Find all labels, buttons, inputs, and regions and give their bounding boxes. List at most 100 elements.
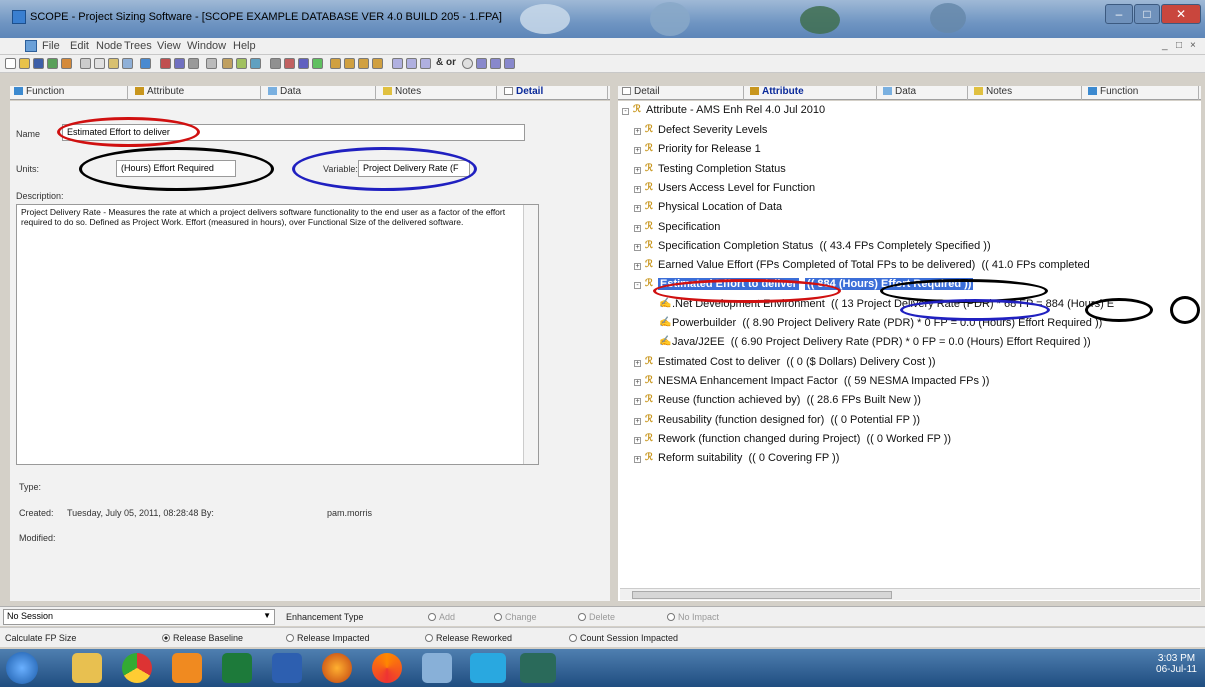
tool-icon[interactable] (236, 58, 247, 69)
paste-icon[interactable] (108, 58, 119, 69)
mdi-close-icon[interactable]: × (1190, 40, 1196, 51)
tree-item[interactable]: Rework (function changed during Project)… (658, 433, 951, 445)
chevron-down-icon[interactable]: ▼ (263, 611, 271, 620)
tab-detail[interactable]: Detail (500, 86, 608, 100)
start-button-icon[interactable] (6, 652, 38, 684)
enh-option-no-impact[interactable]: No Impact (667, 612, 719, 622)
mdi-restore-icon[interactable]: □ (1176, 40, 1182, 51)
tab-function[interactable]: Function (10, 86, 128, 100)
toolbar-and-or[interactable]: & or (436, 57, 456, 68)
edit-icon[interactable] (160, 58, 171, 69)
skype-icon[interactable] (470, 653, 506, 683)
description-scrollbar[interactable] (523, 205, 538, 464)
tray-icons[interactable] (1045, 657, 1115, 681)
word-icon[interactable] (272, 653, 302, 683)
tree-expander-icon[interactable]: + (634, 243, 641, 251)
firefox-icon[interactable] (322, 653, 352, 683)
mdi-minimize-icon[interactable]: _ (1162, 40, 1168, 51)
tree-expander-icon[interactable]: - (634, 282, 641, 290)
scrollbar-thumb[interactable] (632, 591, 892, 599)
tree-item[interactable]: Reusability (function designed for) (( 0… (658, 414, 920, 426)
tool-icon[interactable] (222, 58, 233, 69)
tree-expander-icon[interactable]: + (634, 436, 641, 444)
enh-option-change[interactable]: Change (494, 612, 537, 622)
menu-node[interactable]: Node (96, 40, 122, 52)
tree-expander-icon[interactable]: + (634, 224, 641, 232)
tree-item[interactable]: Defect Severity Levels (658, 124, 767, 136)
home-icon[interactable] (61, 58, 72, 69)
tree-expander-icon[interactable]: + (634, 417, 641, 425)
tree-root-expander-icon[interactable]: - (622, 108, 629, 115)
menu-trees[interactable]: Trees (124, 40, 152, 52)
tool-icon[interactable] (490, 58, 501, 69)
tool-icon[interactable] (344, 58, 355, 69)
tree-item[interactable]: Earned Value Effort (FPs Completed of To… (658, 259, 1090, 271)
tool-icon[interactable] (406, 58, 417, 69)
units-field[interactable]: (Hours) Effort Required (116, 160, 236, 177)
tab-notes[interactable]: Notes (379, 86, 497, 100)
app-icon[interactable] (422, 653, 452, 683)
tree-item[interactable]: Testing Completion Status (658, 163, 786, 175)
tree-expander-icon[interactable]: + (634, 263, 641, 271)
tree-root-label[interactable]: Attribute - AMS Enh Rel 4.0 Jul 2010 (646, 104, 825, 116)
tree-item[interactable]: Specification Completion Status (( 43.4 … (658, 240, 991, 252)
tab-attribute[interactable]: Attribute (746, 86, 877, 100)
open-icon[interactable] (19, 58, 30, 69)
tool-icon[interactable] (504, 58, 515, 69)
maximize-button[interactable]: □ (1134, 4, 1160, 24)
chrome-icon[interactable] (122, 653, 152, 683)
tree-item[interactable]: Physical Location of Data (658, 201, 782, 213)
tool-icon[interactable] (250, 58, 261, 69)
enh-option-add[interactable]: Add (428, 612, 455, 622)
description-field[interactable]: Project Delivery Rate - Measures the rat… (16, 204, 539, 465)
menu-edit[interactable]: Edit (70, 40, 89, 52)
tool-icon[interactable] (476, 58, 487, 69)
menu-view[interactable]: View (157, 40, 181, 52)
tree-horizontal-scrollbar[interactable] (620, 588, 1200, 600)
calc-option-count-session-impacted[interactable]: Count Session Impacted (569, 633, 678, 643)
tool-icon[interactable] (270, 58, 281, 69)
tree-expander-icon[interactable]: + (634, 378, 641, 386)
tree-expander-icon[interactable]: + (634, 128, 641, 135)
close-button[interactable]: ✕ (1161, 4, 1201, 24)
clock[interactable]: 3:03 PM 06-Jul-11 (1156, 653, 1197, 675)
tree-expander-icon[interactable]: + (634, 456, 641, 464)
tree-item[interactable]: .Net Development Environment (( 13 Proje… (672, 298, 1114, 310)
new-icon[interactable] (5, 58, 16, 69)
tree-item[interactable]: NESMA Enhancement Impact Factor (( 59 NE… (658, 375, 989, 387)
tree-item[interactable]: Specification (658, 221, 720, 233)
tree-expander-icon[interactable]: + (634, 398, 641, 406)
session-select[interactable]: No Session ▼ (3, 609, 275, 625)
name-field[interactable]: Estimated Effort to deliver (62, 124, 525, 141)
menu-file[interactable]: File (42, 40, 60, 52)
app-icon[interactable] (172, 653, 202, 683)
tab-attribute[interactable]: Attribute (131, 86, 261, 100)
menu-help[interactable]: Help (233, 40, 256, 52)
filter-icon[interactable] (174, 58, 185, 69)
tool-icon[interactable] (330, 58, 341, 69)
tree-expander-icon[interactable]: + (634, 359, 641, 367)
tree-item[interactable]: Priority for Release 1 (658, 143, 761, 155)
tab-data[interactable]: Data (879, 86, 968, 100)
calc-option-release-baseline[interactable]: Release Baseline (162, 633, 243, 643)
tree-item[interactable]: Users Access Level for Function (658, 182, 815, 194)
minimize-button[interactable]: – (1105, 4, 1133, 24)
app-icon[interactable] (520, 653, 556, 683)
calc-option-release-reworked[interactable]: Release Reworked (425, 633, 512, 643)
tool-icon[interactable] (298, 58, 309, 69)
copy-icon[interactable] (94, 58, 105, 69)
tool-icon[interactable] (392, 58, 403, 69)
properties-icon[interactable] (122, 58, 133, 69)
tree-item[interactable]: Reuse (function achieved by) (( 28.6 FPs… (658, 394, 921, 406)
save-icon[interactable] (33, 58, 44, 69)
tab-function[interactable]: Function (1084, 86, 1199, 100)
tree-expander-icon[interactable]: + (634, 205, 641, 213)
tool-icon[interactable] (312, 58, 323, 69)
cut-icon[interactable] (80, 58, 91, 69)
tree-item[interactable]: Java/J2EE (( 6.90 Project Delivery Rate … (672, 336, 1091, 348)
enh-option-delete[interactable]: Delete (578, 612, 615, 622)
info-icon[interactable] (206, 58, 217, 69)
tool-icon[interactable] (372, 58, 383, 69)
chart-icon[interactable] (47, 58, 58, 69)
tool-icon[interactable] (358, 58, 369, 69)
